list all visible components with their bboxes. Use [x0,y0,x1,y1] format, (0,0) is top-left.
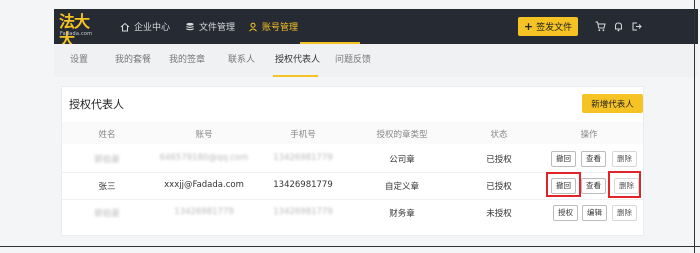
table-header: 姓名 账号 手机号 授权的章类型 状态 操作 [62,122,643,144]
cell-account: 13426981779 [174,207,234,217]
card-title: 授权代表人 [69,98,124,111]
col-status: 状态 [490,130,508,140]
user-icon [249,22,257,32]
table-row: 郭伯豪 646579180@qq.com 13426981779 公司章 已授权… [62,146,643,171]
tab-settings[interactable]: 设置 [70,44,88,77]
add-representative-button[interactable]: 新增代表人 [582,94,643,113]
top-nav-bar: 法大大 Fadada.com 企业中心 文件管理 账号管理 + 签发文件 [54,9,698,49]
cell-status: 未授权 [486,209,512,219]
cell-status: 已授权 [486,182,512,192]
cell-phone: 13426981779 [273,153,333,163]
col-seal-type: 授权的章类型 [376,130,428,140]
logo[interactable]: 法大大 Fadada.com [59,13,93,49]
cell-name: 郭伯豪 [94,155,120,165]
nav-item-account[interactable]: 账号管理 [248,9,298,44]
sign-file-label: 签发文件 [536,23,573,33]
nav-item-enterprise[interactable]: 企业中心 [120,9,170,44]
delete-button[interactable]: 删除 [612,151,637,167]
nav-item-label: 文件管理 [199,23,236,33]
nav-item-label: 账号管理 [262,23,299,33]
col-account: 账号 [195,130,213,140]
view-button[interactable]: 查看 [581,178,606,194]
logo-subtext: Fadada.com [60,31,93,37]
cell-name: 郭伯豪 [94,209,120,219]
edit-button[interactable]: 编辑 [582,205,607,221]
home-icon [120,22,130,31]
active-tab-indicator [273,75,318,77]
nav-item-label: 企业中心 [134,23,171,33]
tab-feedback[interactable]: 问题反馈 [335,44,371,77]
table-row: 张三 xxxjj@Fadada.com 13426981779 自定义章 已授权… [62,171,643,198]
cell-name: 张三 [98,182,116,192]
database-icon [186,22,194,30]
delete-button[interactable]: 删除 [612,205,637,221]
cart-icon[interactable] [595,21,606,32]
cell-account: 646579180@qq.com [159,153,249,163]
bottom-edge-line [0,246,700,247]
tab-my-package[interactable]: 我的套餐 [115,44,151,77]
sign-file-button[interactable]: + 签发文件 [518,17,578,36]
cell-phone: 13426981779 [273,180,333,190]
representatives-card: 授权代表人 新增代表人 姓名 账号 手机号 授权的章类型 状态 操作 郭伯豪 6… [61,86,644,236]
col-name: 姓名 [98,130,116,140]
tab-authorized-representative[interactable]: 授权代表人 [275,44,320,77]
col-actions: 操作 [580,130,598,140]
cell-seal-type: 公司章 [389,155,415,165]
cell-seal-type: 财务章 [389,209,415,219]
tab-contacts[interactable]: 联系人 [228,44,255,77]
authorize-button[interactable]: 授权 [553,205,578,221]
view-button[interactable]: 查看 [581,151,606,167]
sub-tab-bar: 设置 我的套餐 我的签章 联系人 授权代表人 问题反馈 [54,44,698,77]
table-row: 郭伯豪 13426981779 13426981779 财务章 未授权 授权 编… [62,200,643,225]
cell-status: 已授权 [486,155,512,165]
cell-account: xxxjj@Fadada.com [164,180,244,190]
highlight-box [546,172,581,197]
right-edge-line [694,0,695,253]
tab-my-seals[interactable]: 我的签章 [169,44,205,77]
cell-seal-type: 自定义章 [384,182,420,192]
logout-icon[interactable] [631,21,642,32]
nav-item-files[interactable]: 文件管理 [185,9,235,44]
col-phone: 手机号 [290,130,316,140]
plus-icon: + [523,20,534,33]
bell-icon[interactable] [613,21,624,32]
revoke-button[interactable]: 撤回 [551,151,576,167]
cell-phone: 13426981779 [273,207,333,217]
highlight-box [608,171,641,198]
